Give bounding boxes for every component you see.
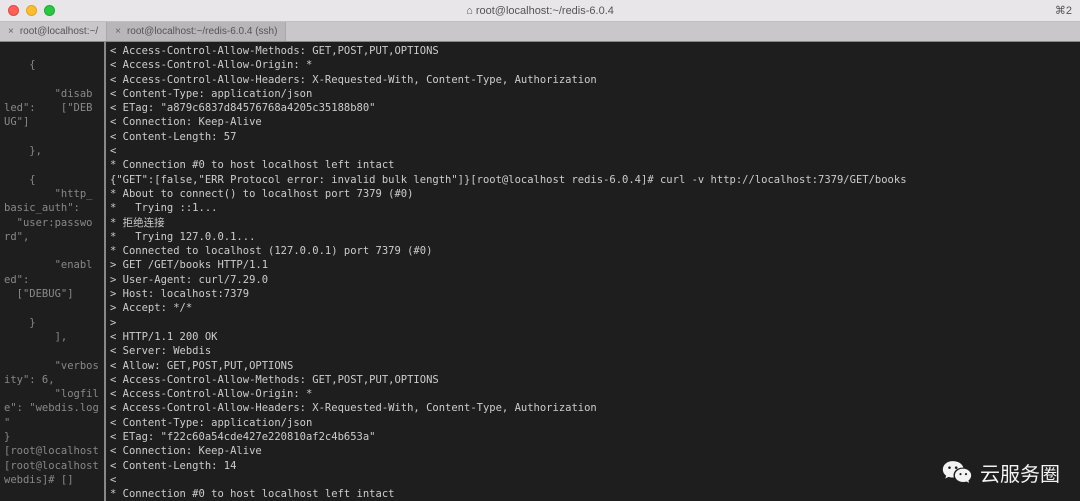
tab-label: root@localhost:~/redis-6.0.4 (ssh) xyxy=(127,26,278,37)
close-icon[interactable]: × xyxy=(115,26,121,37)
shortcut-indicator: ⌘2 xyxy=(1055,4,1072,17)
tab-label: root@localhost:~/ xyxy=(20,26,98,37)
minimize-window-button[interactable] xyxy=(26,5,37,16)
main-split: { "disab led": ["DEB UG"] }, { "http_ ba… xyxy=(0,42,1080,501)
tab-0[interactable]: × root@localhost:~/ xyxy=(0,22,107,41)
window-controls xyxy=(8,5,55,16)
window-title-text: root@localhost:~/redis-6.0.4 xyxy=(476,5,614,17)
wechat-icon xyxy=(942,457,972,487)
home-icon: ⌂ xyxy=(466,5,476,17)
close-icon[interactable]: × xyxy=(8,26,14,37)
tabbar: × root@localhost:~/ × root@localhost:~/r… xyxy=(0,22,1080,42)
tab-1[interactable]: × root@localhost:~/redis-6.0.4 (ssh) xyxy=(107,22,286,41)
window-title: ⌂ root@localhost:~/redis-6.0.4 xyxy=(466,5,614,17)
watermark-text: 云服务圈 xyxy=(980,458,1060,487)
right-terminal-pane[interactable]: < Access-Control-Allow-Methods: GET,POST… xyxy=(106,42,1080,501)
left-terminal-pane[interactable]: { "disab led": ["DEB UG"] }, { "http_ ba… xyxy=(0,42,104,501)
maximize-window-button[interactable] xyxy=(44,5,55,16)
titlebar: ⌂ root@localhost:~/redis-6.0.4 ⌘2 xyxy=(0,0,1080,22)
watermark: 云服务圈 xyxy=(942,457,1060,487)
close-window-button[interactable] xyxy=(8,5,19,16)
